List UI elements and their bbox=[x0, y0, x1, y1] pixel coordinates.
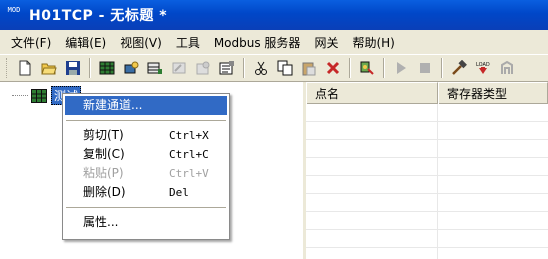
connect-icon[interactable] bbox=[357, 58, 377, 78]
run-play-icon[interactable] bbox=[391, 58, 411, 78]
menu-bar: 文件(F) 编辑(E) 视图(V) 工具 Modbus 服务器 网关 帮助(H) bbox=[0, 30, 548, 54]
title-bar: MOD H01TCP - 无标题 * bbox=[0, 0, 548, 30]
context-menu-delete[interactable]: 删除(D) Del bbox=[63, 183, 229, 202]
add-channel-icon[interactable] bbox=[97, 58, 117, 78]
menu-tools[interactable]: 工具 bbox=[169, 34, 207, 51]
add-device-icon[interactable] bbox=[121, 58, 141, 78]
context-menu-properties[interactable]: 属性... bbox=[63, 213, 229, 232]
menu-modbus-server[interactable]: Modbus 服务器 bbox=[207, 34, 308, 51]
paste-icon[interactable] bbox=[299, 58, 319, 78]
new-file-icon[interactable] bbox=[15, 58, 35, 78]
menu-view[interactable]: 视图(V) bbox=[113, 34, 169, 51]
properties-icon[interactable] bbox=[217, 58, 237, 78]
menu-edit[interactable]: 编辑(E) bbox=[58, 34, 113, 51]
menu-file[interactable]: 文件(F) bbox=[4, 34, 58, 51]
app-icon: MOD bbox=[7, 6, 21, 14]
context-menu-copy[interactable]: 复制(C) Ctrl+C bbox=[63, 145, 229, 164]
grid-header: 点名 寄存器类型 bbox=[306, 82, 548, 104]
tools-hammer-icon[interactable] bbox=[449, 58, 469, 78]
add-tag-icon[interactable] bbox=[145, 58, 165, 78]
grid-body[interactable] bbox=[306, 104, 548, 259]
window-title: H01TCP - 无标题 * bbox=[29, 8, 168, 24]
channel-grid-icon bbox=[31, 88, 47, 103]
cut-scissors-icon[interactable] bbox=[251, 58, 271, 78]
context-menu-cut[interactable]: 剪切(T) Ctrl+X bbox=[63, 126, 229, 145]
menu-separator bbox=[66, 207, 226, 208]
save-disk-icon[interactable] bbox=[63, 58, 83, 78]
context-menu: 新建通道... 剪切(T) Ctrl+X 复制(C) Ctrl+C 粘贴(P) … bbox=[62, 93, 230, 240]
toolbar-grip[interactable] bbox=[6, 58, 9, 78]
menu-separator bbox=[66, 120, 226, 121]
edit-disabled-icon[interactable] bbox=[169, 58, 189, 78]
menu-gateway[interactable]: 网关 bbox=[307, 34, 345, 51]
copy-icon[interactable] bbox=[275, 58, 295, 78]
properties-disabled-icon[interactable] bbox=[193, 58, 213, 78]
context-menu-paste[interactable]: 粘贴(P) Ctrl+V bbox=[63, 164, 229, 183]
menu-help[interactable]: 帮助(H) bbox=[345, 34, 401, 51]
load-icon[interactable]: LOAD bbox=[473, 58, 493, 78]
toolbar: LOAD bbox=[0, 54, 548, 82]
stop-icon[interactable] bbox=[415, 58, 435, 78]
delete-x-icon[interactable] bbox=[323, 58, 343, 78]
context-menu-new-channel[interactable]: 新建通道... bbox=[65, 96, 227, 115]
column-header-point-name[interactable]: 点名 bbox=[306, 82, 438, 104]
points-grid[interactable]: 点名 寄存器类型 bbox=[306, 82, 548, 259]
column-header-register-type[interactable]: 寄存器类型 bbox=[438, 82, 548, 104]
open-folder-icon[interactable] bbox=[39, 58, 59, 78]
gateway-disabled-icon[interactable] bbox=[497, 58, 517, 78]
